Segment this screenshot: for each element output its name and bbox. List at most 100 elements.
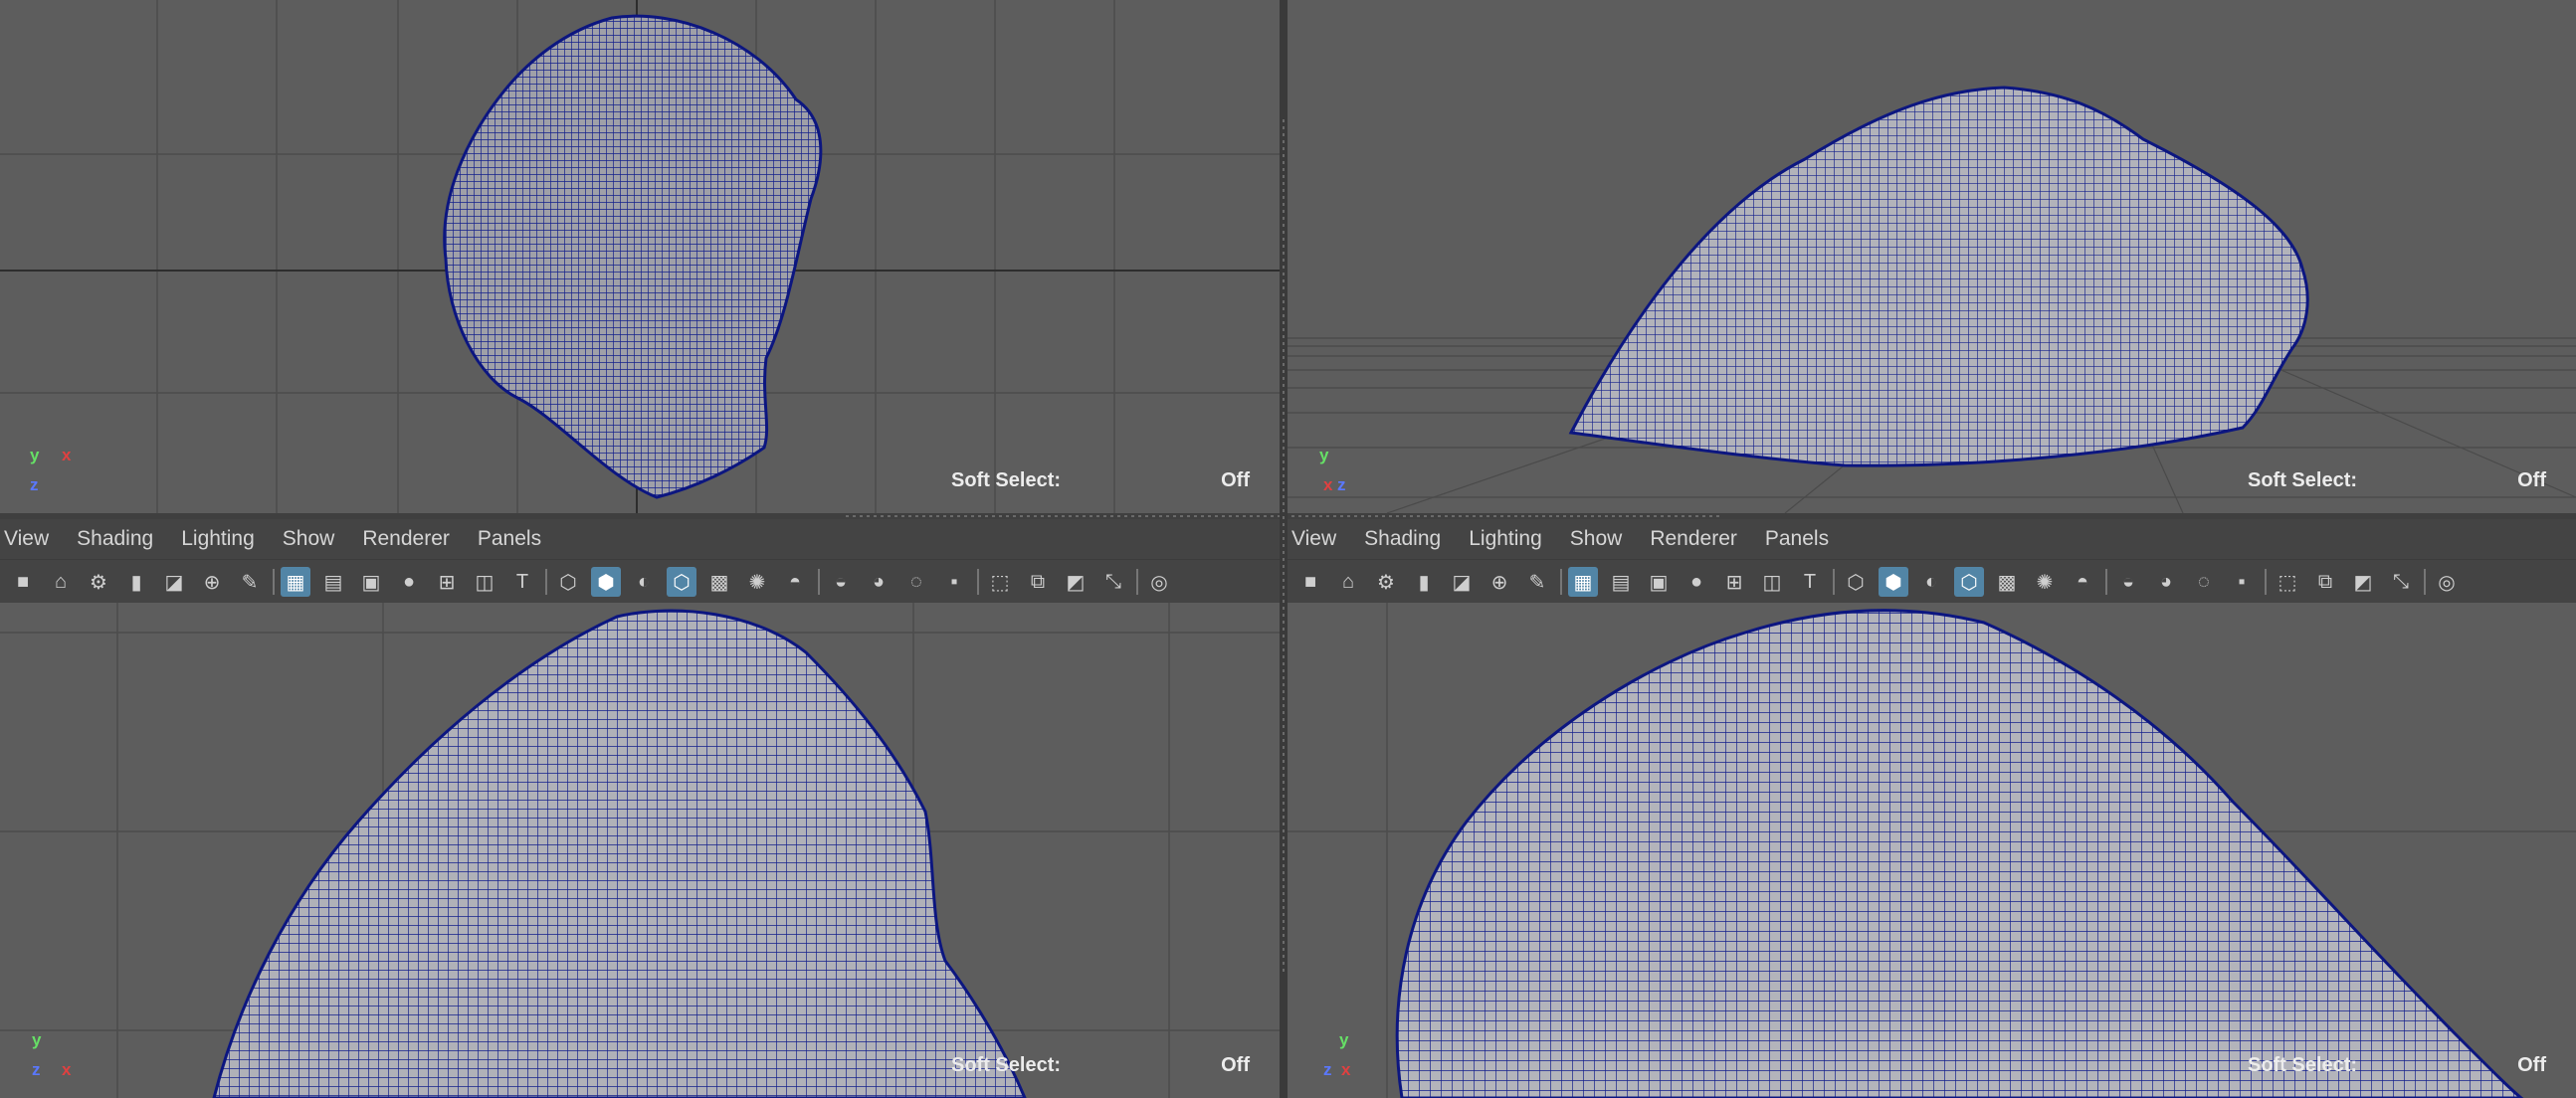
toolbar-separator [273,569,275,595]
vertical-splitter[interactable] [1280,0,1288,1098]
menu-view[interactable]: View [1291,527,1336,551]
textured-icon[interactable]: ▩ [1992,567,2022,597]
shadows-icon[interactable]: ◓ [2068,567,2097,597]
bookmark-icon[interactable]: ▮ [1409,567,1439,597]
xray-joints-icon[interactable]: ⤡ [1098,567,1128,597]
axis-y-label: y [30,446,40,464]
grid-icon[interactable]: ▦ [1568,567,1598,597]
menu-show[interactable]: Show [1570,527,1623,551]
perspective-zoom-canvas [1288,603,2576,1098]
use-all-lights-icon[interactable]: ✺ [2030,567,2060,597]
toolbar-separator [2105,569,2107,595]
rock-mesh-perspective[interactable] [1568,86,2309,467]
smooth-shade-icon[interactable]: ⬢ [591,567,621,597]
menu-panels[interactable]: Panels [1765,527,1829,551]
axis-x-label: x [1323,475,1333,494]
xray-active-components-icon[interactable]: ◩ [1061,567,1090,597]
wireframe-on-shaded-icon[interactable]: ⬡ [667,567,696,597]
wireframe-icon[interactable]: ⬡ [1841,567,1871,597]
isolate-select-icon[interactable]: ⬚ [985,567,1015,597]
xray-icon[interactable]: ⧉ [1023,567,1053,597]
use-default-material-icon[interactable]: ◐ [629,567,659,597]
viewport-side[interactable]: y z x Soft Select: Off [0,603,1280,1098]
rock-mesh-front[interactable] [443,14,823,499]
safe-action-icon[interactable]: ◫ [470,567,499,597]
menu-renderer[interactable]: Renderer [362,527,450,551]
safe-title-icon[interactable]: T [507,567,537,597]
camera-icon[interactable]: ■ [1295,567,1325,597]
exposure-icon[interactable]: ◎ [1144,567,1174,597]
motion-blur-icon[interactable]: ◕ [864,567,893,597]
panel-toolbar: ■ ⌂ ⚙ ▮ ◪ ⊕ ✎ ▦ ▤ ▣ ● ⊞ ◫ T ⬡ ⬢ ◐ ⬡ ▩ ✺ … [0,559,1280,604]
grid-icon[interactable]: ▦ [281,567,310,597]
viewport-front[interactable]: y x z Soft Select: Off [0,0,1280,513]
isolate-select-icon[interactable]: ⬚ [2273,567,2302,597]
menu-panels[interactable]: Panels [478,527,541,551]
soft-select-label: Soft Select: [951,469,1062,491]
menu-view[interactable]: View [4,527,49,551]
soft-select-status: Soft Select: Off [2248,469,2576,499]
camera-attributes-icon[interactable]: ⚙ [84,567,113,597]
depth-of-field-icon[interactable]: ▪ [939,567,969,597]
field-chart-icon[interactable]: ⊞ [432,567,462,597]
toolbar-separator [818,569,820,595]
shadows-icon[interactable]: ◓ [780,567,810,597]
camera-attributes-icon[interactable]: ⚙ [1371,567,1401,597]
anti-aliasing-icon[interactable]: ◌ [901,567,931,597]
screen-space-ao-icon[interactable]: ◒ [826,567,856,597]
rock-mesh-perspective-zoom[interactable] [1395,609,2524,1098]
toolbar-separator [1136,569,1138,595]
menu-lighting[interactable]: Lighting [1469,527,1542,551]
image-plane-icon[interactable]: ◪ [159,567,189,597]
wireframe-icon[interactable]: ⬡ [553,567,583,597]
depth-of-field-icon[interactable]: ▪ [2227,567,2257,597]
soft-select-value: Off [2517,469,2546,491]
motion-blur-icon[interactable]: ◕ [2151,567,2181,597]
lock-camera-icon[interactable]: ⌂ [1333,567,1363,597]
exposure-icon[interactable]: ◎ [2432,567,2462,597]
two-d-pan-zoom-icon[interactable]: ⊕ [197,567,227,597]
gate-mask-icon[interactable]: ● [394,567,424,597]
use-all-lights-icon[interactable]: ✺ [742,567,772,597]
toolbar-separator [2265,569,2267,595]
textured-icon[interactable]: ▩ [704,567,734,597]
film-gate-icon[interactable]: ▤ [318,567,348,597]
soft-select-label: Soft Select: [951,1054,1062,1076]
panel-toolbar: ■ ⌂ ⚙ ▮ ◪ ⊕ ✎ ▦ ▤ ▣ ● ⊞ ◫ T ⬡ ⬢ ◐ ⬡ ▩ ✺ … [1288,559,2576,604]
camera-icon[interactable]: ■ [8,567,38,597]
two-d-pan-zoom-icon[interactable]: ⊕ [1485,567,1514,597]
menu-shading[interactable]: Shading [1364,527,1441,551]
use-default-material-icon[interactable]: ◐ [1916,567,1946,597]
screen-space-ao-icon[interactable]: ◒ [2113,567,2143,597]
viewport-perspective-bottom[interactable]: y z x Soft Select: Off [1288,603,2576,1098]
bookmark-icon[interactable]: ▮ [121,567,151,597]
safe-title-icon[interactable]: T [1795,567,1825,597]
menu-shading[interactable]: Shading [77,527,153,551]
grease-pencil-icon[interactable]: ✎ [235,567,265,597]
film-gate-icon[interactable]: ▤ [1606,567,1636,597]
soft-select-value: Off [2517,1054,2546,1076]
viewport-perspective-top[interactable]: y x z Soft Select: Off [1288,0,2576,513]
axis-y-label: y [32,1030,42,1049]
field-chart-icon[interactable]: ⊞ [1719,567,1749,597]
resolution-gate-icon[interactable]: ▣ [356,567,386,597]
xray-active-components-icon[interactable]: ◩ [2348,567,2378,597]
anti-aliasing-icon[interactable]: ◌ [2189,567,2219,597]
image-plane-icon[interactable]: ◪ [1447,567,1477,597]
smooth-shade-icon[interactable]: ⬢ [1879,567,1908,597]
perspective-view-canvas [1288,86,2576,513]
xray-icon[interactable]: ⧉ [2310,567,2340,597]
safe-action-icon[interactable]: ◫ [1757,567,1787,597]
rock-mesh-side[interactable] [212,609,1027,1098]
xray-joints-icon[interactable]: ⤡ [2386,567,2416,597]
lock-camera-icon[interactable]: ⌂ [46,567,76,597]
wireframe-on-shaded-icon[interactable]: ⬡ [1954,567,1984,597]
grease-pencil-icon[interactable]: ✎ [1522,567,1552,597]
menu-lighting[interactable]: Lighting [181,527,255,551]
soft-select-label: Soft Select: [2248,469,2358,491]
resolution-gate-icon[interactable]: ▣ [1644,567,1674,597]
gate-mask-icon[interactable]: ● [1682,567,1711,597]
soft-select-label: Soft Select: [2248,1054,2358,1076]
menu-show[interactable]: Show [283,527,335,551]
menu-renderer[interactable]: Renderer [1650,527,1737,551]
